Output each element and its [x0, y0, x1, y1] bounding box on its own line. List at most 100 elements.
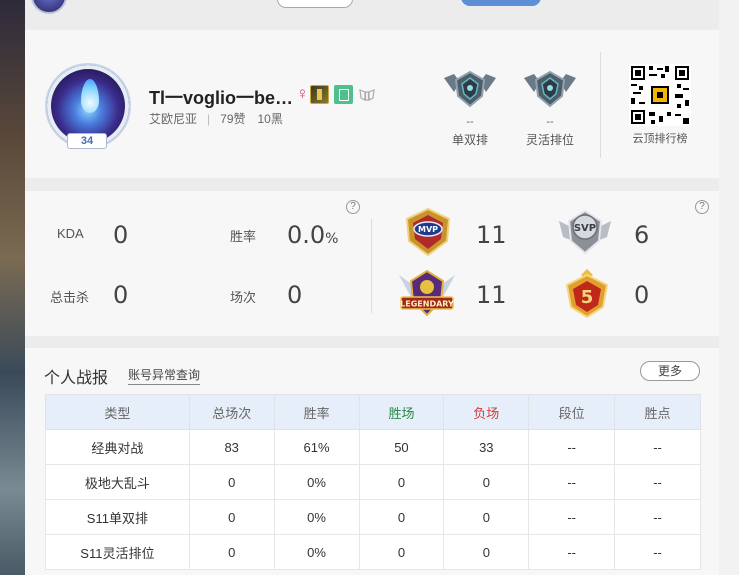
svp-medal-icon: SVP — [559, 209, 611, 255]
rank-solo-value: -- — [466, 116, 474, 128]
avatar-flame-icon — [81, 79, 99, 113]
summoner-subinfo: 艾欧尼亚 | 79赞 10黑 — [149, 112, 283, 126]
level-badge: 34 — [67, 133, 107, 149]
header-avatar[interactable] — [31, 0, 67, 14]
winrate-value: 0.0% — [287, 221, 338, 249]
legendary-medal-label: LEGENDARY — [400, 300, 454, 309]
cell-type: S11灵活排位 — [45, 534, 190, 570]
cell-type: 极地大乱斗 — [45, 464, 190, 500]
cell-losses: 0 — [443, 534, 530, 570]
cell-wins: 0 — [358, 464, 445, 500]
cell-winrate: 0% — [273, 464, 360, 500]
cell-losses: 0 — [443, 499, 530, 535]
legendary-medal-icon: LEGENDARY — [399, 269, 455, 317]
qr-label: 云顶排行榜 — [632, 133, 688, 145]
kda-value: 0 — [113, 221, 129, 249]
cell-lp: -- — [614, 499, 701, 535]
col-wins: 胜场 — [358, 394, 445, 430]
help-icon[interactable]: ? — [346, 200, 360, 214]
legendary-count: 11 — [476, 281, 507, 309]
col-type: 类型 — [45, 394, 190, 430]
cell-lp: -- — [614, 429, 701, 465]
table-row[interactable]: S11灵活排位 0 0% 0 0 -- -- — [45, 534, 701, 570]
help-icon[interactable]: ? — [695, 200, 709, 214]
account-anomaly-link[interactable]: 账号异常查询 — [128, 366, 201, 385]
profile-card: 34 Tl一voglio一be… ♀ 艾欧尼亚|79赞10黑 -- 单双排 — [25, 30, 719, 178]
cell-tier: -- — [528, 534, 616, 570]
rank-emblem-icon — [444, 70, 496, 108]
svp-count: 6 — [634, 221, 650, 249]
records-table: 类型 总场次 胜率 胜场 负场 段位 胜点 经典对战 83 61% 50 33 … — [45, 394, 701, 570]
winrate-unit: % — [325, 231, 339, 247]
col-total: 总场次 — [188, 394, 275, 430]
total-kills-value: 0 — [113, 281, 129, 309]
table-row[interactable]: 经典对战 83 61% 50 33 -- -- — [45, 429, 701, 465]
pentakill-medal-icon: 5 — [565, 269, 609, 319]
kda-label: KDA — [57, 226, 84, 241]
cell-type: S11单双排 — [45, 499, 190, 535]
cell-total: 83 — [188, 429, 275, 465]
wings-icon — [358, 87, 376, 103]
gender-female-icon: ♀ — [296, 84, 309, 103]
cell-wins: 0 — [358, 499, 445, 535]
col-winrate: 胜率 — [273, 394, 360, 430]
games-value: 0 — [287, 281, 303, 309]
cell-losses: 0 — [443, 464, 530, 500]
cell-tier: -- — [528, 499, 616, 535]
table-header-row: 类型 总场次 胜率 胜场 负场 段位 胜点 — [45, 394, 701, 430]
top-header-bar — [25, 0, 719, 20]
cell-winrate: 0% — [273, 534, 360, 570]
cell-winrate: 0% — [273, 499, 360, 535]
cell-wins: 50 — [358, 429, 445, 465]
pentakill-medal-label: 5 — [581, 287, 594, 308]
cell-wins: 0 — [358, 534, 445, 570]
cell-lp: -- — [614, 534, 701, 570]
pentakill-count: 0 — [634, 281, 650, 309]
cell-lp: -- — [614, 464, 701, 500]
cell-losses: 33 — [443, 429, 530, 465]
more-button[interactable]: 更多 — [640, 361, 700, 381]
mvp-medal-icon: MVP — [405, 207, 451, 257]
rank-flex-label: 灵活排位 — [525, 133, 574, 147]
cell-winrate: 61% — [273, 429, 360, 465]
honor-badge-icon — [310, 85, 329, 104]
table-row[interactable]: S11单双排 0 0% 0 0 -- -- — [45, 499, 701, 535]
background-art-strip — [0, 0, 25, 575]
total-kills-label: 总击杀 — [50, 290, 90, 305]
mvp-medal-label: MVP — [418, 225, 438, 234]
player-name: Tl一voglio一be… — [149, 88, 293, 108]
table-row[interactable]: 极地大乱斗 0 0% 0 0 -- -- — [45, 464, 701, 500]
cell-total: 0 — [188, 534, 275, 570]
svp-medal-label: SVP — [574, 223, 596, 234]
rank-flex-value: -- — [546, 116, 554, 128]
col-losses: 负场 — [443, 394, 530, 430]
header-action-button[interactable] — [277, 0, 353, 8]
col-lp: 胜点 — [614, 394, 701, 430]
games-label: 场次 — [230, 290, 257, 305]
cell-tier: -- — [528, 429, 616, 465]
likes-count: 79赞 — [220, 112, 246, 126]
cell-tier: -- — [528, 464, 616, 500]
background-right-strip — [719, 0, 739, 575]
battle-report-card: 个人战报 账号异常查询 更多 类型 总场次 胜率 胜场 负场 段位 胜点 经典对… — [25, 348, 719, 575]
divider — [371, 219, 372, 313]
qr-code[interactable] — [629, 64, 691, 126]
winrate-number: 0.0 — [287, 221, 326, 249]
col-tier: 段位 — [528, 394, 616, 430]
divider — [600, 52, 601, 158]
report-title: 个人战报 — [44, 370, 109, 387]
rank-solo-label: 单双排 — [451, 133, 488, 147]
header-tab-active[interactable] — [461, 0, 541, 6]
stats-card: KDA 0 胜率 0.0% 总击杀 0 场次 0 ? MVP 11 SVP 6 … — [25, 191, 719, 336]
mvp-count: 11 — [476, 221, 507, 249]
cell-type: 经典对战 — [45, 429, 190, 465]
copy-icon[interactable] — [334, 85, 353, 104]
rank-emblem-icon — [524, 70, 576, 108]
rank-solo: -- 单双排 — [435, 68, 505, 148]
cell-total: 0 — [188, 464, 275, 500]
server-name: 艾欧尼亚 — [149, 112, 198, 126]
winrate-label: 胜率 — [230, 229, 257, 244]
blacks-count: 10黑 — [257, 112, 283, 126]
rank-flex: -- 灵活排位 — [515, 68, 585, 148]
cell-total: 0 — [188, 499, 275, 535]
